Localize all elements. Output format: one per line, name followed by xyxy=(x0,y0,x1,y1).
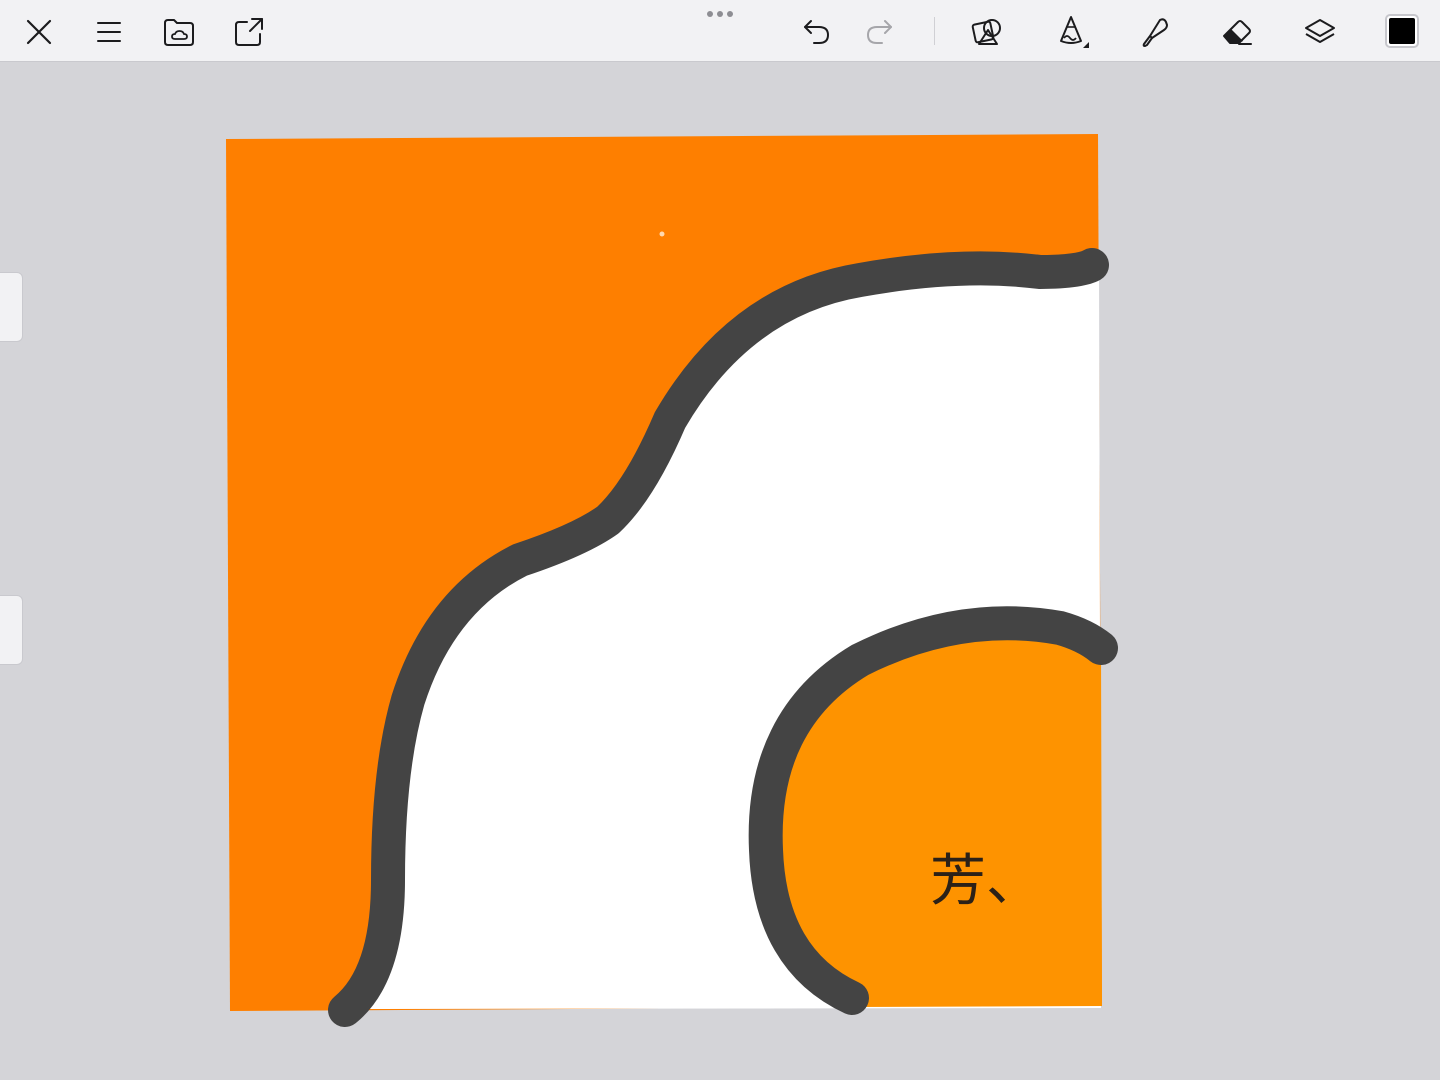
signature-text: 芳、 xyxy=(930,849,1042,914)
share-icon xyxy=(235,18,263,46)
current-color-button[interactable] xyxy=(1385,14,1419,48)
layers-button[interactable] xyxy=(1298,10,1342,54)
current-color-swatch xyxy=(1389,18,1415,44)
redo-icon xyxy=(866,20,892,44)
redo-button[interactable] xyxy=(857,10,901,54)
toolbar-grabber[interactable] xyxy=(700,4,740,24)
drawing-canvas[interactable]: 芳、 xyxy=(226,134,1118,1027)
top-toolbar xyxy=(0,0,1440,62)
menu-button[interactable] xyxy=(87,10,131,54)
close-button[interactable] xyxy=(17,10,61,54)
eraser-tool-button[interactable] xyxy=(1215,10,1259,54)
toolbar-separator xyxy=(934,17,935,45)
fill-tool-button[interactable] xyxy=(1132,10,1176,54)
pencil-icon xyxy=(1060,16,1089,48)
close-icon xyxy=(26,19,52,45)
menu-icon xyxy=(97,22,121,42)
drawing-canvas-area: 芳、 xyxy=(226,134,1118,1027)
shapes-icon xyxy=(971,19,1001,45)
fill-icon xyxy=(1142,18,1168,47)
layers-icon xyxy=(1305,19,1335,43)
undo-icon xyxy=(804,20,830,44)
undo-button[interactable] xyxy=(795,10,839,54)
brush-size-slider[interactable] xyxy=(0,272,23,342)
eraser-icon xyxy=(1223,20,1252,45)
shapes-tool-button[interactable] xyxy=(966,10,1010,54)
brush-opacity-slider[interactable] xyxy=(0,595,23,665)
pencil-tool-button[interactable] xyxy=(1050,10,1094,54)
share-button[interactable] xyxy=(227,10,271,54)
folder-cloud-icon xyxy=(164,19,194,46)
gallery-button[interactable] xyxy=(157,10,201,54)
stray-dot xyxy=(659,231,665,237)
